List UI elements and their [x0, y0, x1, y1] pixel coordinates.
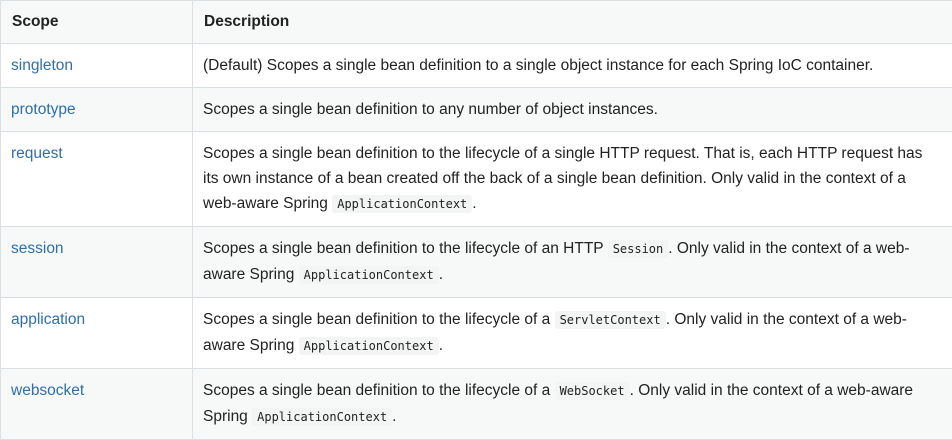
- scope-description: (Default) Scopes a single bean definitio…: [193, 44, 952, 88]
- scope-name-link[interactable]: application: [1, 298, 193, 369]
- description-text: Scopes a single bean definition to the l…: [203, 382, 555, 399]
- table-row: singleton (Default) Scopes a single bean …: [1, 44, 952, 88]
- inline-code: ApplicationContext: [299, 266, 439, 284]
- inline-code: ApplicationContext: [252, 408, 392, 426]
- table-row: requestScopes a single bean definition t…: [1, 132, 952, 227]
- scope-description: Scopes a single bean definition to any n…: [193, 88, 952, 132]
- description-text: (Default) Scopes a single bean definitio…: [203, 57, 873, 74]
- table-header-row: Scope Description: [1, 1, 952, 44]
- scope-description: Scopes a single bean definition to the l…: [193, 227, 952, 298]
- description-text: Scopes a single bean definition to the l…: [203, 240, 608, 257]
- table-row: application Scopes a single bean definiti…: [1, 298, 952, 369]
- scope-description: Scopes a single bean definition to the l…: [193, 132, 952, 227]
- description-text: .: [439, 266, 443, 283]
- inline-code: WebSocket: [555, 382, 630, 400]
- description-text: .: [392, 408, 396, 425]
- scope-name-link[interactable]: websocket: [1, 369, 193, 440]
- scope-description: Scopes a single bean definition to the l…: [193, 298, 952, 369]
- scope-column-header: Scope: [1, 1, 193, 44]
- scope-name-link[interactable]: prototype: [1, 88, 193, 132]
- description-text: Scopes a single bean definition to any n…: [203, 101, 658, 118]
- inline-code: Session: [608, 240, 669, 258]
- table-row: session Scopes a single bean definition t…: [1, 227, 952, 298]
- inline-code: ApplicationContext: [332, 195, 472, 213]
- table-row: websocket Scopes a single bean definition…: [1, 369, 952, 440]
- inline-code: ServletContext: [555, 311, 666, 329]
- scope-name-link[interactable]: singleton: [1, 44, 193, 88]
- bean-scopes-table: Scope Description singleton (Default) Sco…: [0, 0, 952, 440]
- description-text: Scopes a single bean definition to the l…: [203, 311, 555, 328]
- description-column-header: Description: [193, 1, 952, 44]
- inline-code: ApplicationContext: [299, 337, 439, 355]
- table-body: singleton (Default) Scopes a single bean …: [1, 44, 952, 440]
- scope-name-link[interactable]: request: [1, 132, 193, 227]
- scope-description: Scopes a single bean definition to the l…: [193, 369, 952, 440]
- description-text: Scopes a single bean definition to the l…: [203, 145, 922, 212]
- table-row: prototype Scopes a single bean definition…: [1, 88, 952, 132]
- description-text: .: [472, 195, 476, 212]
- scope-name-link[interactable]: session: [1, 227, 193, 298]
- description-text: .: [439, 337, 443, 354]
